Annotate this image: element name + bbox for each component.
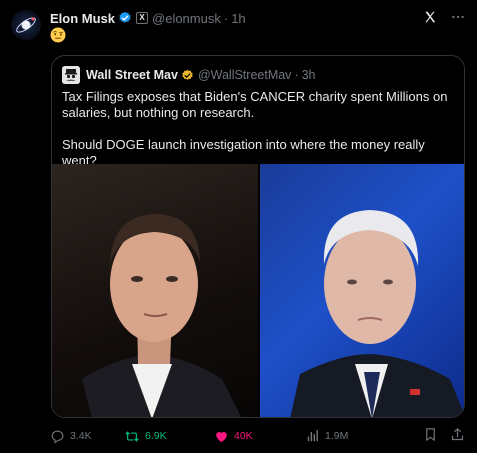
post-emoji: [50, 27, 66, 43]
raised-eyebrow-emoji-icon: [50, 27, 66, 43]
action-bar: 3.4K 6.9K 40K 1.9M: [50, 428, 465, 444]
bookmark-icon[interactable]: [423, 427, 438, 445]
affiliate-badge-icon: X: [136, 12, 149, 24]
repost-count: 6.9K: [145, 430, 167, 442]
like-icon: [216, 431, 227, 442]
quoted-post[interactable]: Wall Street Mav @WallStreetMav · 3h Tax …: [51, 55, 465, 418]
views-icon: [307, 430, 318, 442]
like-button[interactable]: 40K: [214, 429, 306, 444]
verified-badge-icon: [118, 11, 132, 25]
post-time[interactable]: 1h: [231, 11, 245, 26]
photo-right[interactable]: [260, 164, 464, 417]
quoted-text-paragraph-1: Tax Filings exposes that Biden's CANCER …: [62, 89, 448, 120]
author-handle[interactable]: @elonmusk: [152, 11, 221, 26]
like-count: 40K: [234, 430, 253, 442]
grok-icon[interactable]: [423, 10, 437, 27]
author-avatar[interactable]: [11, 10, 41, 40]
quoted-post-header: Wall Street Mav @WallStreetMav · 3h: [62, 66, 454, 84]
quoted-author-name[interactable]: Wall Street Mav: [86, 68, 178, 82]
reply-button[interactable]: 3.4K: [50, 429, 124, 444]
repost-button[interactable]: 6.9K: [124, 429, 214, 444]
repost-icon: [125, 430, 139, 442]
separator: ·: [294, 68, 299, 82]
views-count: 1.9M: [325, 430, 349, 442]
verified-badge-icon: [181, 69, 194, 82]
quoted-post-media: [52, 164, 464, 417]
reply-icon: [51, 430, 64, 443]
share-icon[interactable]: [450, 427, 465, 445]
photo-left[interactable]: [52, 164, 258, 417]
views-button[interactable]: 1.9M: [306, 429, 400, 443]
quoted-post-time[interactable]: 3h: [302, 68, 316, 82]
post-header: Elon Musk X @elonmusk · 1h: [50, 9, 465, 27]
quoted-author-avatar[interactable]: [62, 66, 80, 84]
separator: ·: [223, 10, 229, 26]
quoted-author-handle[interactable]: @WallStreetMav: [198, 68, 292, 82]
reply-count: 3.4K: [70, 430, 92, 442]
more-icon[interactable]: [451, 10, 465, 27]
author-name[interactable]: Elon Musk: [50, 11, 115, 26]
